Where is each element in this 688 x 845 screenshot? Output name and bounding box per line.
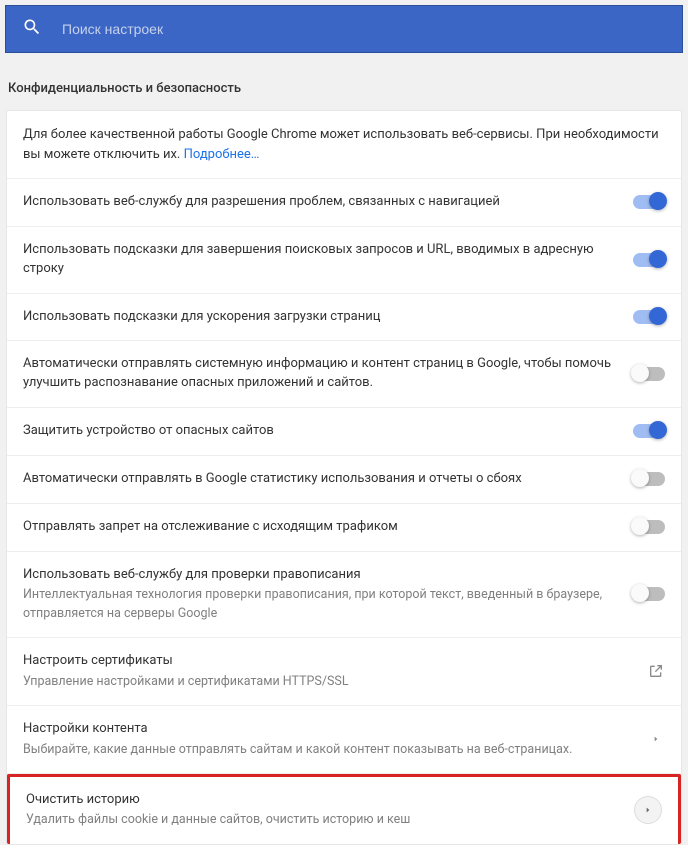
intro-body: Для более качественной работы Google Chr… — [23, 127, 659, 162]
row-usage-stats[interactable]: Автоматически отправлять в Google статис… — [7, 456, 681, 504]
search-bar[interactable] — [5, 5, 683, 53]
search-input[interactable] — [62, 21, 666, 37]
external-link-icon — [647, 662, 665, 680]
row-label: Использовать веб-службу для проверки пра… — [23, 566, 617, 585]
clear-history-button[interactable] — [634, 796, 662, 824]
search-icon — [22, 17, 62, 41]
row-label: Использовать подсказки для ускорения заг… — [23, 308, 633, 327]
row-label: Автоматически отправлять системную инфор… — [23, 355, 633, 393]
intro-text: Для более качественной работы Google Chr… — [7, 111, 681, 179]
row-label: Очистить историю — [26, 791, 618, 810]
row-label: Использовать подсказки для завершения по… — [23, 241, 633, 279]
row-label: Настроить сертификаты — [23, 652, 631, 671]
learn-more-link[interactable]: Подробнее… — [184, 147, 260, 162]
row-spellcheck[interactable]: Использовать веб-службу для проверки пра… — [7, 552, 681, 638]
toggle-safe-browsing[interactable] — [633, 424, 665, 438]
toggle-spellcheck[interactable] — [633, 587, 665, 601]
row-prefetch[interactable]: Использовать подсказки для ускорения заг… — [7, 294, 681, 342]
row-label: Использовать веб-службу для разрешения п… — [23, 193, 633, 212]
row-text-group: Настроить сертификаты Управление настрой… — [23, 652, 647, 691]
row-navigation-error[interactable]: Использовать веб-службу для разрешения п… — [7, 179, 681, 227]
section-title: Конфиденциальность и безопасность — [0, 53, 688, 110]
row-certificates[interactable]: Настроить сертификаты Управление настрой… — [7, 638, 681, 706]
row-clear-history[interactable]: Очистить историю Удалить файлы cookie и … — [7, 774, 681, 844]
row-safe-browsing[interactable]: Защитить устройство от опасных сайтов — [7, 408, 681, 456]
toggle-usage-stats[interactable] — [633, 472, 665, 486]
row-sublabel: Удалить файлы cookie и данные сайтов, оч… — [26, 811, 618, 829]
row-label: Защитить устройство от опасных сайтов — [23, 422, 633, 441]
row-sublabel: Выбирайте, какие данные отправлять сайта… — [23, 741, 631, 759]
privacy-card: Для более качественной работы Google Chr… — [6, 110, 682, 845]
row-text-group: Настройки контента Выбирайте, какие данн… — [23, 720, 647, 759]
chevron-right-icon — [647, 730, 665, 748]
row-do-not-track[interactable]: Отправлять запрет на отслеживание с исхо… — [7, 504, 681, 552]
row-sublabel: Интеллектуальная технология проверки пра… — [23, 586, 617, 622]
row-auto-send-info[interactable]: Автоматически отправлять системную инфор… — [7, 341, 681, 408]
toggle-search-suggestions[interactable] — [633, 253, 665, 267]
toggle-prefetch[interactable] — [633, 310, 665, 324]
row-text-group: Очистить историю Удалить файлы cookie и … — [26, 791, 634, 830]
toggle-auto-send-info[interactable] — [633, 367, 665, 381]
row-text-group: Использовать веб-службу для проверки пра… — [23, 566, 633, 623]
row-search-suggestions[interactable]: Использовать подсказки для завершения по… — [7, 227, 681, 294]
toggle-navigation-error[interactable] — [633, 195, 665, 209]
row-content-settings[interactable]: Настройки контента Выбирайте, какие данн… — [7, 706, 681, 774]
row-label: Автоматически отправлять в Google статис… — [23, 470, 633, 489]
row-label: Настройки контента — [23, 720, 631, 739]
toggle-do-not-track[interactable] — [633, 520, 665, 534]
row-label: Отправлять запрет на отслеживание с исхо… — [23, 518, 633, 537]
row-sublabel: Управление настройками и сертификатами H… — [23, 673, 631, 691]
